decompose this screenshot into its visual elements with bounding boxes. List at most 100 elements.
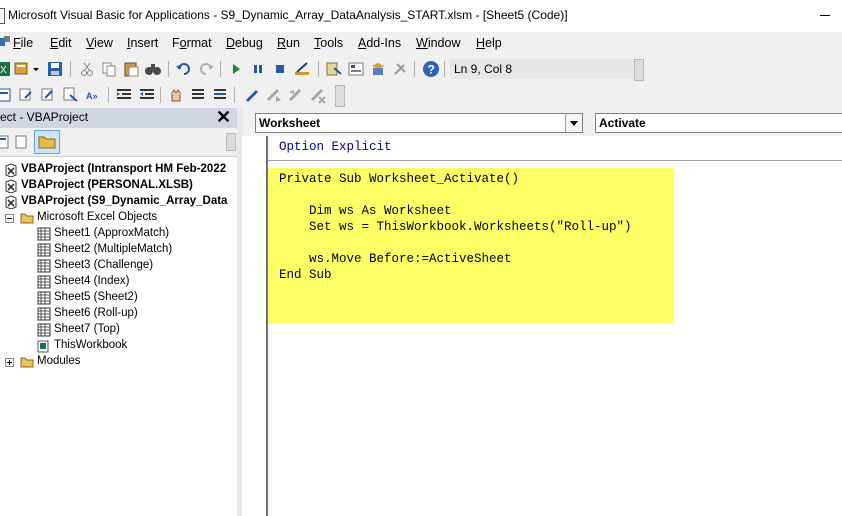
toolbox-icon[interactable] [391, 60, 409, 78]
code-line[interactable]: End Sub [279, 268, 332, 282]
tree-item-module[interactable]: Sheet6 (Roll-up) [0, 306, 237, 322]
tree-item-label: VBAProject (Intransport HM Feb-2022 [21, 163, 227, 175]
uncomment-block-icon[interactable] [211, 86, 229, 104]
indent-icon[interactable] [115, 86, 133, 104]
menu-view[interactable]: View [86, 36, 113, 50]
sheet-icon [37, 307, 51, 321]
toolbar-separator [234, 87, 235, 103]
cut-icon[interactable] [78, 60, 96, 78]
tree-item-module[interactable]: Sheet2 (MultipleMatch) [0, 242, 237, 258]
chevron-down-icon[interactable] [32, 60, 40, 78]
sheet-icon [37, 323, 51, 337]
reset-icon[interactable] [271, 60, 289, 78]
workbook-icon [37, 340, 49, 353]
help-icon[interactable]: ? [422, 60, 440, 78]
toolbar-options-chevron[interactable] [634, 59, 644, 81]
break-icon[interactable] [249, 60, 267, 78]
run-icon[interactable] [227, 60, 245, 78]
tree-item-module[interactable]: ThisWorkbook [0, 338, 237, 354]
list-properties-icon[interactable] [0, 86, 14, 104]
tree-item-module[interactable]: Sheet7 (Top) [0, 322, 237, 338]
toolbar-options-chevron[interactable] [335, 85, 345, 107]
vbaproject-icon [5, 195, 17, 209]
outdent-icon[interactable] [138, 86, 156, 104]
tree-item-project[interactable]: VBAProject (Intransport HM Feb-2022 [0, 162, 237, 178]
object-combo[interactable]: Worksheet [255, 113, 583, 133]
tree-item-label: Sheet4 (Index) [54, 275, 130, 287]
redo-icon[interactable] [197, 60, 215, 78]
sheet-icon [37, 275, 51, 289]
code-highlight [268, 168, 674, 324]
menu-edit[interactable]: Edit [50, 36, 72, 50]
code-line[interactable]: Private Sub Worksheet_Activate() [279, 172, 519, 186]
menu-insert[interactable]: Insert [127, 36, 158, 50]
tree-item-project[interactable]: VBAProject (S9_Dynamic_Array_Data [0, 194, 237, 210]
project-explorer-icon[interactable] [325, 60, 343, 78]
menu-addins[interactable]: Add-Ins [358, 36, 401, 50]
view-object-icon[interactable] [0, 133, 12, 151]
procedure-combo[interactable]: Activate [595, 113, 842, 133]
tree-item-label: Sheet7 (Top) [54, 323, 120, 335]
code-line[interactable]: Set ws = ThisWorkbook.Worksheets("Roll-u… [279, 220, 632, 234]
toggle-folders-button[interactable] [34, 130, 60, 154]
tree-item-label: Sheet6 (Roll-up) [54, 307, 138, 319]
menu-run[interactable]: Run [277, 36, 300, 50]
collapse-icon[interactable] [5, 214, 14, 223]
svg-text:?: ? [428, 63, 435, 77]
project-explorer-toolbar [0, 128, 237, 157]
project-explorer: ect - VBAProject ✕ VBAProject (Intranspo… [0, 107, 238, 516]
app-icon [0, 8, 5, 24]
code-line[interactable]: Dim ws As Worksheet [279, 204, 452, 218]
close-icon[interactable]: ✕ [216, 107, 231, 128]
menu-window[interactable]: Window [416, 36, 460, 50]
tree-item-label: Sheet2 (MultipleMatch) [54, 243, 173, 255]
edit-toolbar: A» [0, 82, 842, 109]
next-bookmark-icon[interactable] [265, 86, 283, 104]
toggle-bookmark-icon[interactable] [243, 86, 261, 104]
comment-block-icon[interactable] [189, 86, 207, 104]
find-icon[interactable] [144, 60, 162, 78]
object-browser-icon[interactable] [369, 60, 387, 78]
minimize-button[interactable] [820, 15, 830, 16]
tree-item-module[interactable]: Sheet3 (Challenge) [0, 258, 237, 274]
tree-folder[interactable]: Modules [0, 354, 237, 370]
menu-tools[interactable]: Tools [314, 36, 343, 50]
project-explorer-title-bar: ect - VBAProject ✕ [0, 107, 237, 128]
panel-options-chevron[interactable] [226, 133, 236, 151]
menu-format[interactable]: Format [172, 36, 212, 50]
margin-indicator-bar[interactable] [242, 136, 268, 516]
tree-item-module[interactable]: Sheet4 (Index) [0, 274, 237, 290]
paste-icon[interactable] [122, 60, 140, 78]
code-line[interactable]: ws.Move Before:=ActiveSheet [279, 252, 512, 266]
menu-help[interactable]: Help [476, 36, 502, 50]
properties-window-icon[interactable] [347, 60, 365, 78]
toolbar-separator [444, 61, 445, 77]
menu-file[interactable]: File [13, 36, 33, 50]
code-editor[interactable]: Option Explicit Private Sub Worksheet_Act… [242, 136, 842, 516]
tree-item-module[interactable]: Sheet1 (ApproxMatch) [0, 226, 237, 242]
copy-icon[interactable] [100, 60, 118, 78]
expand-icon[interactable] [5, 358, 14, 367]
tree-folder[interactable]: Microsoft Excel Objects [0, 210, 237, 226]
insert-userform-icon[interactable] [13, 60, 31, 78]
tree-item-project[interactable]: VBAProject (PERSONAL.XLSB) [0, 178, 237, 194]
sheet-icon [37, 243, 51, 257]
toggle-breakpoint-icon[interactable] [167, 86, 185, 104]
complete-word-icon[interactable]: A» [85, 86, 103, 104]
previous-bookmark-icon[interactable] [287, 86, 305, 104]
list-constants-icon[interactable] [17, 86, 35, 104]
toolbar-separator [168, 61, 169, 77]
code-line[interactable]: Option Explicit [279, 140, 392, 154]
design-mode-icon[interactable] [293, 60, 311, 78]
view-code-icon[interactable] [14, 133, 28, 151]
quick-info-icon[interactable] [39, 86, 57, 104]
parameter-info-icon[interactable] [62, 86, 80, 104]
view-excel-icon[interactable]: X [0, 60, 12, 78]
menu-debug[interactable]: Debug [226, 36, 263, 50]
tree-item-module[interactable]: Sheet5 (Sheet2) [0, 290, 237, 306]
cursor-position-display: Ln 9, Col 8 [450, 59, 640, 79]
clear-bookmarks-icon[interactable] [309, 86, 327, 104]
undo-icon[interactable] [175, 60, 193, 78]
chevron-down-icon[interactable] [565, 114, 582, 132]
save-icon[interactable] [46, 60, 64, 78]
